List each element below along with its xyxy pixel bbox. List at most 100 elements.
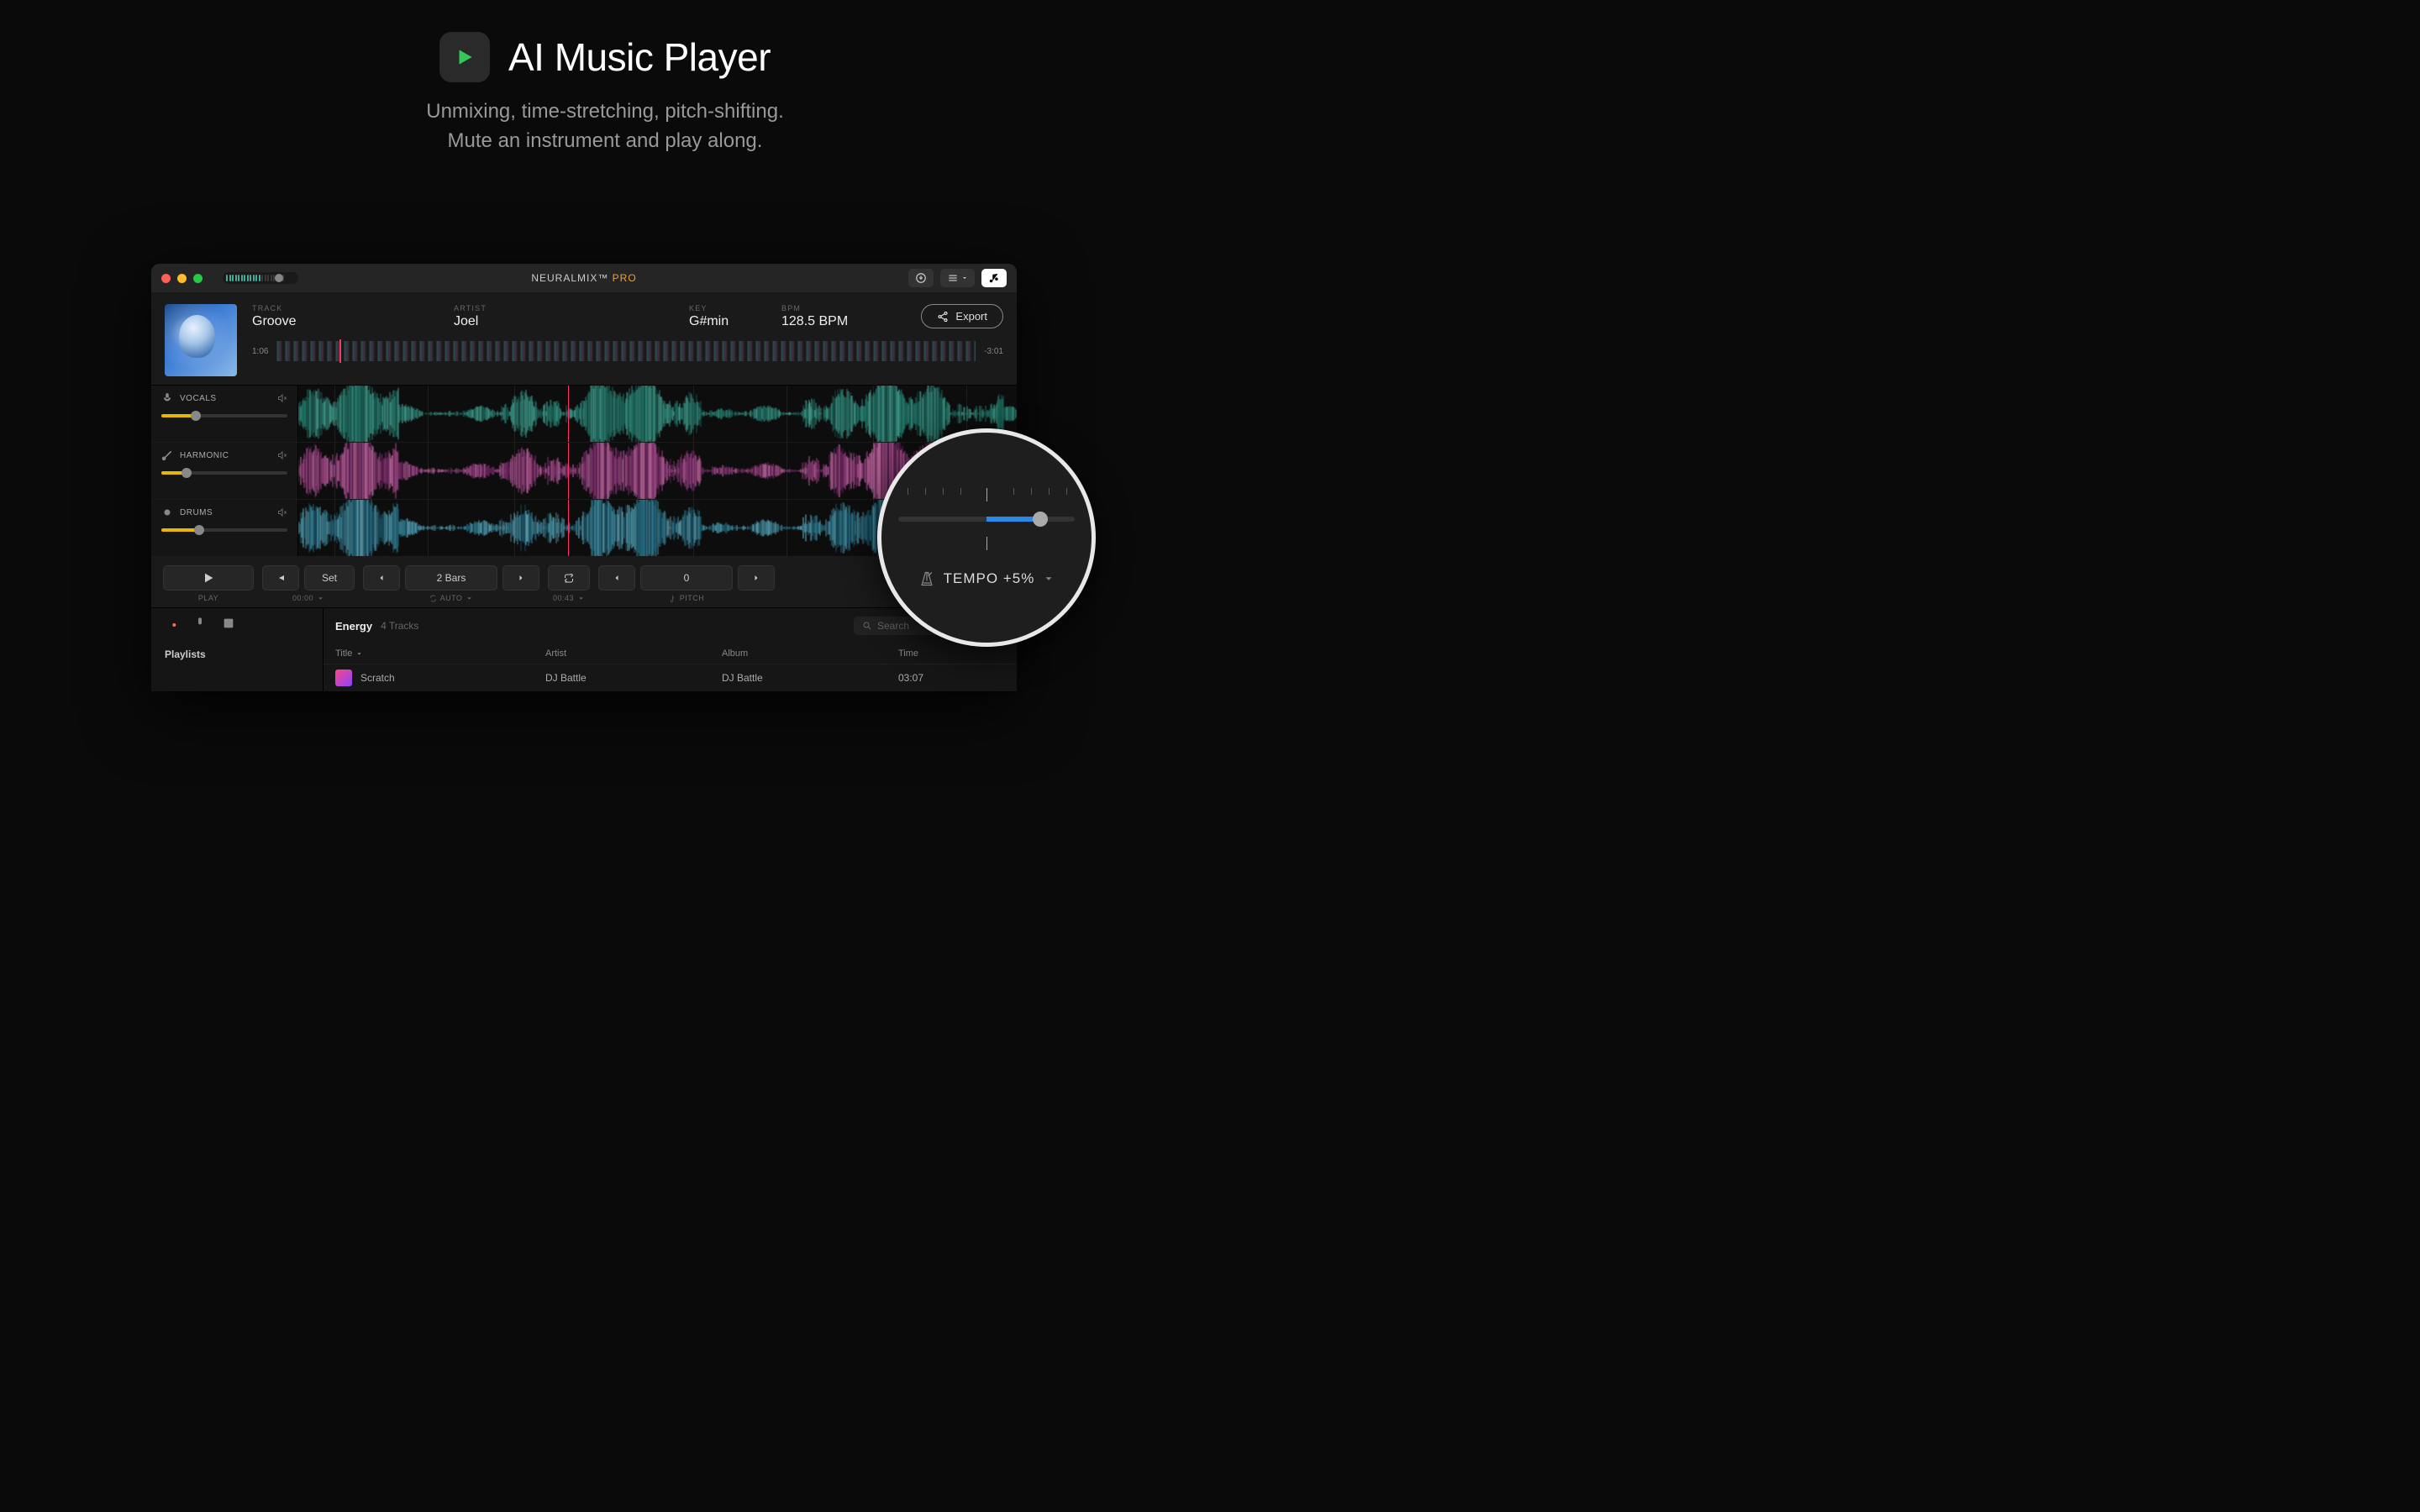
close-window-button[interactable] xyxy=(161,274,171,283)
app-brand: NEURALMIX™ PRO xyxy=(531,272,636,284)
playlist-tab-icon[interactable] xyxy=(165,617,178,630)
col-title[interactable]: Title xyxy=(335,648,545,659)
mic-icon xyxy=(161,392,173,404)
chevron-right-icon xyxy=(516,573,526,583)
menu-button[interactable] xyxy=(940,269,975,287)
auto-label[interactable]: AUTO xyxy=(363,594,539,602)
chevron-left-icon xyxy=(376,573,387,583)
guitar-icon xyxy=(161,449,173,461)
playlist-count: 4 Tracks xyxy=(381,620,418,632)
cycle-icon xyxy=(429,595,437,602)
artist-name: Joel xyxy=(454,314,655,329)
window-controls xyxy=(161,274,203,283)
col-album[interactable]: Album xyxy=(722,648,898,659)
play-icon xyxy=(454,46,476,68)
track-row[interactable]: Scratch DJ Battle DJ Battle 03:07 xyxy=(324,664,1017,691)
row-art xyxy=(335,669,352,686)
album-art[interactable] xyxy=(165,304,237,376)
playlist-title: Energy xyxy=(335,620,372,633)
overview-waveform[interactable]: 1:06 -3:01 xyxy=(252,341,1003,361)
app-icon xyxy=(439,32,490,82)
chevron-right-icon xyxy=(751,573,761,583)
search-icon xyxy=(862,621,872,631)
bpm-value: 128.5 BPM xyxy=(781,314,865,329)
stem-row-vocals: VOCALS xyxy=(151,386,1017,443)
hero: AI Music Player Unmixing, time-stretchin… xyxy=(0,0,1210,156)
metronome-icon xyxy=(918,570,935,587)
app-window: NEURALMIX™ PRO TRACK Groove xyxy=(151,264,1017,691)
music-note-icon xyxy=(988,272,1000,284)
stem-volume-slider[interactable] xyxy=(161,414,287,417)
set-cue-button[interactable]: Set xyxy=(304,565,355,591)
chevron-down-icon xyxy=(355,650,363,658)
track-name: Groove xyxy=(252,314,420,329)
track-label: TRACK xyxy=(252,304,420,312)
output-meter[interactable] xyxy=(223,272,298,284)
tempo-dropdown[interactable]: TEMPO +5% xyxy=(918,570,1055,587)
skip-back-button[interactable] xyxy=(262,565,299,591)
export-button[interactable]: Export xyxy=(921,304,1003,328)
settings-tab-icon[interactable] xyxy=(250,617,264,630)
play-button[interactable] xyxy=(163,565,254,591)
share-icon xyxy=(937,311,949,323)
stem-waveform-vocals[interactable] xyxy=(298,386,1017,442)
loop-toggle-button[interactable] xyxy=(548,565,590,591)
bars-button[interactable]: 2 Bars xyxy=(405,565,497,591)
hero-title: AI Music Player xyxy=(508,34,771,80)
sidebar-heading: Playlists xyxy=(151,638,323,664)
stem-label: VOCALS xyxy=(180,394,271,403)
menu-icon xyxy=(947,272,959,284)
chevron-down-icon xyxy=(466,595,473,602)
albums-tab-icon[interactable] xyxy=(222,617,235,630)
bpm-label: BPM xyxy=(781,304,865,312)
play-label: PLAY xyxy=(163,594,254,602)
mute-icon[interactable] xyxy=(277,450,287,460)
col-artist[interactable]: Artist xyxy=(545,648,722,659)
browser: Playlists Energy 4 Tracks Search Title A… xyxy=(151,607,1017,691)
elapsed-time: 1:06 xyxy=(252,347,268,356)
pitch-down-button[interactable] xyxy=(598,565,635,591)
stem-label: HARMONIC xyxy=(180,451,271,460)
tempo-slider[interactable] xyxy=(898,517,1075,522)
track-list: Energy 4 Tracks Search Title Artist Albu… xyxy=(324,608,1017,691)
pitch-value-button[interactable]: 0 xyxy=(640,565,733,591)
loop-time-label[interactable]: 00:00 xyxy=(262,594,355,602)
bars-next-button[interactable] xyxy=(502,565,539,591)
download-icon xyxy=(915,272,927,284)
mute-icon[interactable] xyxy=(277,507,287,517)
mute-icon[interactable] xyxy=(277,393,287,403)
vocals-tab-icon[interactable] xyxy=(193,617,207,630)
column-headers: Title Artist Album Time xyxy=(324,643,1017,664)
hero-subtitle: Unmixing, time-stretching, pitch-shiftin… xyxy=(0,97,1210,156)
col-time[interactable]: Time xyxy=(898,648,965,659)
treble-clef-icon xyxy=(669,595,676,602)
play-icon xyxy=(202,571,215,585)
tempo-magnifier: TEMPO +5% xyxy=(877,428,1096,647)
titlebar: NEURALMIX™ PRO xyxy=(151,264,1017,292)
artist-label: ARTIST xyxy=(454,304,655,312)
minimize-window-button[interactable] xyxy=(177,274,187,283)
maximize-window-button[interactable] xyxy=(193,274,203,283)
chevron-down-icon xyxy=(1043,570,1055,587)
key-value: G#min xyxy=(689,314,748,329)
bars-prev-button[interactable] xyxy=(363,565,400,591)
chevron-left-icon xyxy=(612,573,622,583)
stem-volume-slider[interactable] xyxy=(161,528,287,532)
tempo-scale-bottom xyxy=(898,525,1075,550)
stem-label: DRUMS xyxy=(180,508,271,517)
chevron-down-icon xyxy=(577,595,585,602)
stem-volume-slider[interactable] xyxy=(161,471,287,475)
drums-icon xyxy=(161,507,173,518)
download-button[interactable] xyxy=(908,269,934,287)
remaining-time: -3:01 xyxy=(984,347,1003,356)
chevron-down-icon xyxy=(317,595,324,602)
skip-back-icon xyxy=(276,573,286,583)
jump-time-label[interactable]: 00:43 xyxy=(548,594,590,602)
loop-icon xyxy=(562,573,576,583)
library-button[interactable] xyxy=(981,269,1007,287)
key-label: KEY xyxy=(689,304,748,312)
track-header: TRACK Groove ARTIST Joel KEY G#min BPM 1… xyxy=(151,292,1017,385)
pitch-label: PITCH xyxy=(598,594,775,602)
pitch-up-button[interactable] xyxy=(738,565,775,591)
tempo-scale xyxy=(898,488,1075,513)
